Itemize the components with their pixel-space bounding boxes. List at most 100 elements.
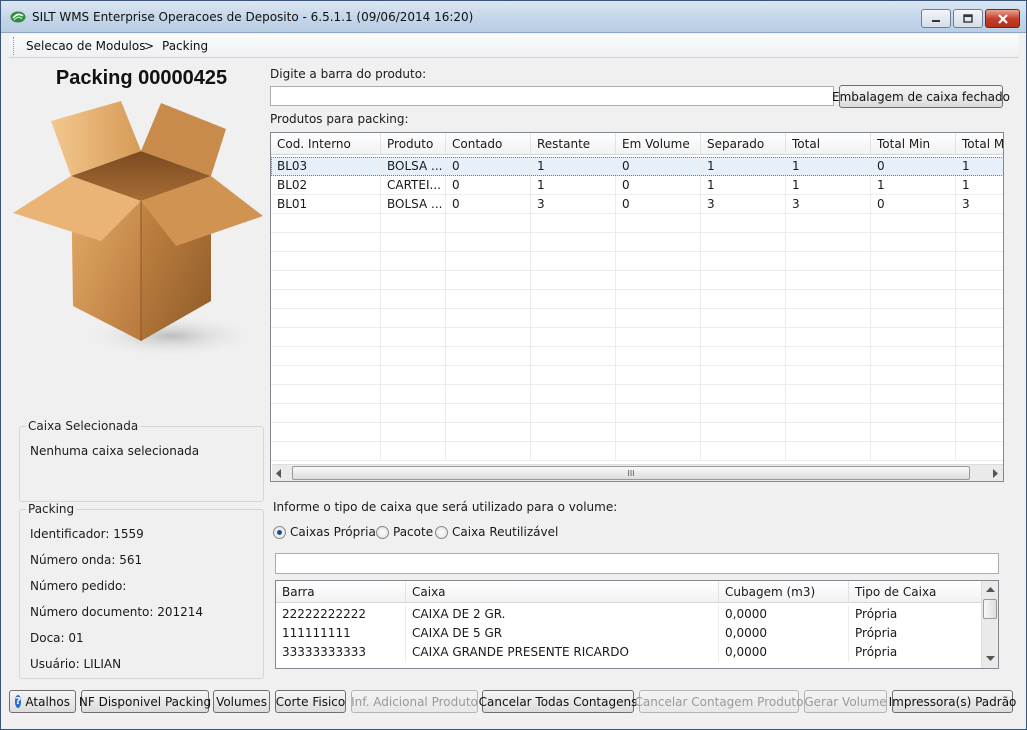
products-column-header[interactable]: Restante — [531, 133, 616, 154]
empty-cell — [786, 328, 871, 347]
nf-available-packing-label: NF Disponivel Packing — [78, 694, 212, 709]
products-horizontal-scrollbar[interactable]: III — [272, 464, 1003, 481]
nf-available-packing-button[interactable]: NF Disponivel Packing — [78, 690, 212, 713]
selected-box-value: Nenhuma caixa selecionada — [30, 444, 200, 458]
products-column-header[interactable]: Total M — [956, 133, 1003, 154]
box-row[interactable]: 22222222222 CAIXA DE 2 GR. 0,0000 Própria — [276, 605, 982, 624]
radio-own-boxes-label: Caixas Próprias — [290, 525, 383, 539]
scroll-up-icon — [986, 587, 995, 592]
boxes-column-header[interactable]: Tipo de Caixa — [849, 581, 982, 602]
products-scroll-thumb[interactable]: III — [292, 466, 970, 480]
empty-row — [271, 309, 1003, 328]
product-row[interactable]: BL01 BOLSA ... 0 3 0 3 3 0 3 — [271, 195, 1003, 214]
breadcrumb-separator: > — [144, 39, 155, 53]
products-column-header[interactable]: Em Volume — [616, 133, 701, 154]
radio-unselected-icon — [435, 525, 448, 539]
radio-package[interactable]: Pacote — [376, 525, 433, 539]
barcode-input[interactable] — [270, 86, 834, 106]
empty-cell — [271, 214, 381, 233]
empty-cell — [616, 404, 701, 423]
empty-row — [271, 252, 1003, 271]
empty-cell — [871, 404, 956, 423]
empty-cell — [871, 347, 956, 366]
volumes-button[interactable]: Volumes — [213, 690, 270, 713]
boxes-column-header[interactable]: Cubagem (m3) — [719, 581, 849, 602]
empty-cell — [271, 271, 381, 290]
empty-cell — [381, 252, 446, 271]
empty-cell — [446, 271, 531, 290]
radio-own-boxes[interactable]: Caixas Próprias — [273, 525, 382, 539]
breadcrumb-modules-link[interactable]: Selecao de Modulos — [26, 39, 145, 53]
empty-cell — [956, 404, 1003, 423]
product-row[interactable]: BL02 CARTEI... 0 1 0 1 1 1 1 — [271, 176, 1003, 195]
box-filter-input[interactable] — [275, 553, 999, 574]
empty-row — [271, 404, 1003, 423]
boxes-vertical-scrollbar[interactable] — [981, 581, 998, 668]
empty-row — [271, 328, 1003, 347]
packing-order-number: Número pedido: — [30, 579, 127, 593]
empty-cell — [786, 442, 871, 461]
empty-cell — [786, 271, 871, 290]
empty-cell — [701, 347, 786, 366]
product-cell: 1 — [531, 157, 616, 176]
product-cell: 1 — [956, 157, 1003, 176]
empty-row — [271, 385, 1003, 404]
closed-box-packing-button[interactable]: Embalagem de caixa fechado — [832, 85, 1010, 108]
packing-wave-number: Número onda: 561 — [30, 553, 143, 567]
boxes-table-header: Barra Caixa Cubagem (m3) Tipo de Caixa — [276, 581, 982, 603]
empty-cell — [381, 366, 446, 385]
radio-reusable-box[interactable]: Caixa Reutilizável — [435, 525, 558, 539]
product-row[interactable]: BL03 BOLSA ... 0 1 0 1 1 0 1 — [271, 157, 1003, 176]
radio-unselected-icon — [376, 525, 389, 539]
boxes-column-header[interactable]: Barra — [276, 581, 406, 602]
radio-selected-icon — [273, 525, 286, 539]
boxes-scroll-thumb[interactable] — [983, 599, 997, 619]
cancel-product-count-button[interactable]: Cancelar Contagem Produto — [635, 690, 803, 713]
product-cell: 1 — [956, 176, 1003, 195]
boxes-column-header[interactable]: Caixa — [406, 581, 719, 602]
default-printers-button[interactable]: Impressora(s) Padrão — [889, 690, 1016, 713]
box-row[interactable]: 33333333333 CAIXA GRANDE PRESENTE RICARDO… — [276, 643, 982, 662]
empty-cell — [381, 423, 446, 442]
empty-cell — [616, 233, 701, 252]
products-column-header[interactable]: Contado — [446, 133, 531, 154]
product-cell: 0 — [616, 195, 701, 214]
additional-product-info-button[interactable]: Inf. Adicional Produto — [351, 690, 478, 713]
products-column-header[interactable]: Cod. Interno — [271, 133, 381, 154]
empty-row — [271, 214, 1003, 233]
boxes-table[interactable]: Barra Caixa Cubagem (m3) Tipo de Caixa 2222… — [275, 580, 999, 669]
packing-title: Packing 00000425 — [55, 67, 228, 89]
products-table[interactable]: Cod. Interno Produto Contado Restante Em Vol… — [270, 132, 1004, 482]
empty-cell — [616, 423, 701, 442]
generate-volume-button[interactable]: Gerar Volume — [804, 690, 887, 713]
empty-cell — [271, 290, 381, 309]
default-printers-label: Impressora(s) Padrão — [888, 694, 1017, 709]
close-button[interactable] — [985, 9, 1020, 28]
products-column-header[interactable]: Separado — [701, 133, 786, 154]
empty-cell — [531, 309, 616, 328]
empty-cell — [531, 233, 616, 252]
physical-cut-button[interactable]: Corte Fisico — [275, 690, 346, 713]
product-cell: 0 — [871, 157, 956, 176]
empty-cell — [381, 442, 446, 461]
products-column-header[interactable]: Total Min — [871, 133, 956, 154]
maximize-button[interactable] — [953, 9, 983, 28]
box-row[interactable]: 111111111 CAIXA DE 5 GR 0,0000 Própria — [276, 624, 982, 643]
products-column-header[interactable]: Produto — [381, 133, 446, 154]
shortcuts-button[interactable]: ? Atalhos — [9, 690, 76, 713]
empty-cell — [786, 290, 871, 309]
products-label: Produtos para packing: — [270, 112, 409, 126]
product-cell: 1 — [786, 176, 871, 195]
cancel-all-counts-button[interactable]: Cancelar Todas Contagens — [479, 690, 637, 713]
empty-cell — [956, 290, 1003, 309]
empty-cell — [956, 252, 1003, 271]
app-window: SILT WMS Enterprise Operacoes de Deposit… — [0, 0, 1027, 730]
physical-cut-label: Corte Fisico — [275, 694, 346, 709]
empty-cell — [446, 385, 531, 404]
selected-box-label: Caixa Selecionada — [26, 419, 141, 433]
open-box-image — [13, 101, 263, 358]
minimize-button[interactable] — [921, 9, 951, 28]
empty-cell — [956, 347, 1003, 366]
empty-cell — [871, 309, 956, 328]
products-column-header[interactable]: Total — [786, 133, 871, 154]
